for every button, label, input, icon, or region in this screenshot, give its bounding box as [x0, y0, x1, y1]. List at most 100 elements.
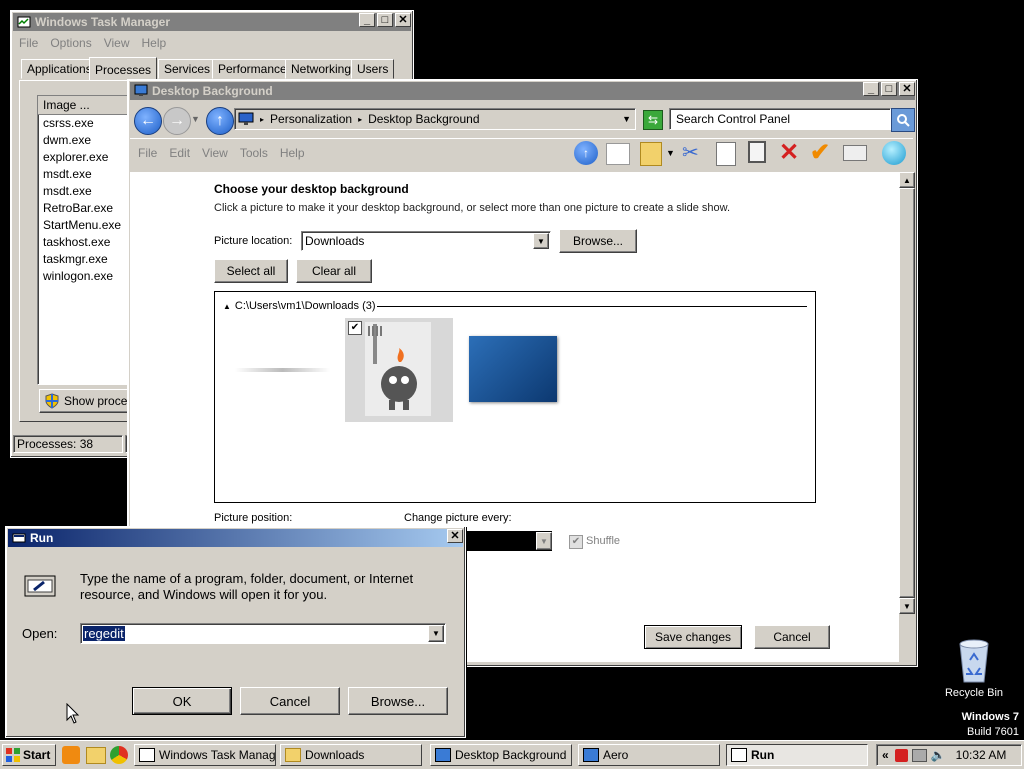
recycle-bin[interactable]: Recycle Bin: [944, 638, 1004, 699]
menu-options[interactable]: Options: [50, 36, 91, 50]
clock[interactable]: 10:32 AM: [956, 748, 1007, 762]
dropdown-arrow-icon[interactable]: ▼: [536, 532, 552, 550]
menu-edit[interactable]: Edit: [169, 146, 190, 160]
back-icon[interactable]: ←: [134, 107, 162, 135]
group-header[interactable]: ▲ C:\Users\vm1\Downloads (3): [223, 300, 376, 312]
cancel-button[interactable]: Cancel: [754, 625, 830, 649]
shuffle-checkbox[interactable]: ✔: [569, 535, 583, 549]
menu-file[interactable]: File: [19, 36, 38, 50]
picture-thumbnail-1[interactable]: [235, 368, 330, 372]
copy-icon[interactable]: [716, 142, 736, 166]
collapse-icon[interactable]: ▲: [223, 302, 231, 311]
tab-processes[interactable]: Processes: [89, 57, 158, 81]
address-dropdown-icon[interactable]: ▼: [622, 114, 631, 124]
task-manager-icon: [139, 748, 155, 762]
windows-flag-icon: [6, 748, 20, 762]
refresh-icon[interactable]: ⇆: [643, 110, 663, 130]
maximize-button[interactable]: □: [881, 82, 897, 96]
tray-chevron-icon[interactable]: «: [882, 748, 889, 762]
task-manager-titlebar[interactable]: Windows Task Manager: [13, 13, 411, 31]
menu-view[interactable]: View: [202, 146, 228, 160]
breadcrumb-desktop-background[interactable]: Desktop Background: [368, 112, 479, 126]
explorer-quicklaunch-icon[interactable]: [86, 747, 106, 764]
change-picture-select[interactable]: ▼: [464, 531, 552, 551]
clear-all-button[interactable]: Clear all: [296, 259, 372, 283]
search-icon[interactable]: [891, 108, 915, 132]
taskbar: Start Windows Task Manager Downloads Des…: [0, 740, 1024, 769]
taskbar-task-manager[interactable]: Windows Task Manager: [134, 744, 276, 766]
picture-thumbnail-3[interactable]: [469, 336, 557, 402]
ok-button[interactable]: OK: [132, 687, 232, 715]
save-changes-button[interactable]: Save changes: [644, 625, 742, 649]
dropdown-arrow-icon[interactable]: ▼: [533, 233, 549, 249]
watermark-line2: Build 7601: [967, 726, 1019, 738]
open-input-value: regedit: [83, 626, 125, 641]
taskbar-downloads[interactable]: Downloads: [280, 744, 422, 766]
chrome-quicklaunch-icon[interactable]: [110, 746, 128, 764]
start-button[interactable]: Start: [2, 744, 56, 766]
page-heading: Choose your desktop background: [214, 182, 409, 196]
picture-thumbnail-2[interactable]: ✔: [345, 318, 453, 422]
properties-icon[interactable]: [843, 145, 867, 161]
picture-location-value: Downloads: [305, 234, 365, 248]
tab-applications[interactable]: Applications: [21, 59, 98, 79]
browse-button[interactable]: Browse...: [559, 229, 637, 253]
group-label: C:\Users\vm1\Downloads (3): [234, 300, 376, 312]
menu-file[interactable]: File: [138, 146, 157, 160]
minimize-button[interactable]: _: [359, 13, 375, 27]
action-center-icon[interactable]: [894, 748, 908, 762]
delete-icon[interactable]: ✕: [779, 138, 799, 167]
vertical-scrollbar[interactable]: ▲ ▼: [899, 172, 915, 614]
scroll-up-icon[interactable]: ▲: [899, 172, 915, 188]
menu-help[interactable]: Help: [280, 146, 305, 160]
address-bar[interactable]: ▸ Personalization ▸ Desktop Background ▼: [234, 108, 636, 130]
select-all-button[interactable]: Select all: [214, 259, 288, 283]
desktop-background-titlebar[interactable]: Desktop Background: [130, 82, 915, 100]
close-button[interactable]: ✕: [395, 13, 411, 27]
picture-checkbox[interactable]: ✔: [348, 321, 362, 335]
paste-icon[interactable]: [748, 141, 766, 163]
task-manager-title: Windows Task Manager: [35, 15, 171, 29]
tab-networking[interactable]: Networking: [285, 59, 358, 79]
scroll-thumb[interactable]: [899, 188, 915, 598]
taskbar-desktop-background[interactable]: Desktop Background: [430, 744, 572, 766]
scroll-down-icon[interactable]: ▼: [899, 598, 915, 614]
dropdown-arrow-icon[interactable]: ▼: [428, 625, 444, 642]
breadcrumb-personalization[interactable]: Personalization: [270, 112, 352, 126]
preview-pane-icon[interactable]: [606, 143, 630, 165]
undo-checkmark-icon[interactable]: ✔: [810, 138, 830, 167]
personalization-icon: [134, 84, 148, 96]
media-player-quicklaunch-icon[interactable]: [62, 746, 80, 764]
open-input[interactable]: regedit ▼: [80, 623, 446, 644]
volume-icon[interactable]: 🔈: [931, 748, 946, 762]
close-button[interactable]: ✕: [447, 529, 463, 543]
status-processes: Processes: 38: [13, 435, 123, 453]
folder-up-icon[interactable]: ↑: [574, 141, 598, 165]
picture-location-select[interactable]: Downloads ▼: [301, 231, 551, 251]
menu-help[interactable]: Help: [142, 36, 167, 50]
task-manager-menubar: File Options View Help: [19, 36, 166, 50]
maximize-button[interactable]: □: [377, 13, 393, 27]
up-icon[interactable]: ↑: [206, 107, 234, 135]
taskbar-aero[interactable]: Aero: [578, 744, 720, 766]
folders-icon[interactable]: [640, 142, 662, 166]
browse-button[interactable]: Browse...: [348, 687, 448, 715]
run-titlebar[interactable]: Run: [8, 529, 463, 547]
menu-tools[interactable]: Tools: [240, 146, 268, 160]
run-icon: [12, 533, 26, 543]
views-dropdown-icon[interactable]: ▼: [666, 148, 675, 158]
taskbar-run[interactable]: Run: [726, 744, 868, 766]
close-button[interactable]: ✕: [899, 82, 915, 96]
search-input[interactable]: Search Control Panel: [669, 108, 891, 130]
tab-services[interactable]: Services: [158, 59, 217, 79]
cut-icon[interactable]: ✂: [682, 140, 699, 165]
desktop-background-menubar: File Edit View Tools Help: [138, 146, 305, 160]
tab-performance[interactable]: Performance: [212, 59, 293, 79]
minimize-button[interactable]: _: [863, 82, 879, 96]
forward-icon[interactable]: →: [163, 107, 191, 135]
recent-pages-chevron-icon[interactable]: ▼: [191, 114, 200, 124]
cancel-button[interactable]: Cancel: [240, 687, 340, 715]
network-icon[interactable]: [911, 748, 927, 762]
tab-users[interactable]: Users: [351, 59, 395, 79]
menu-view[interactable]: View: [104, 36, 130, 50]
